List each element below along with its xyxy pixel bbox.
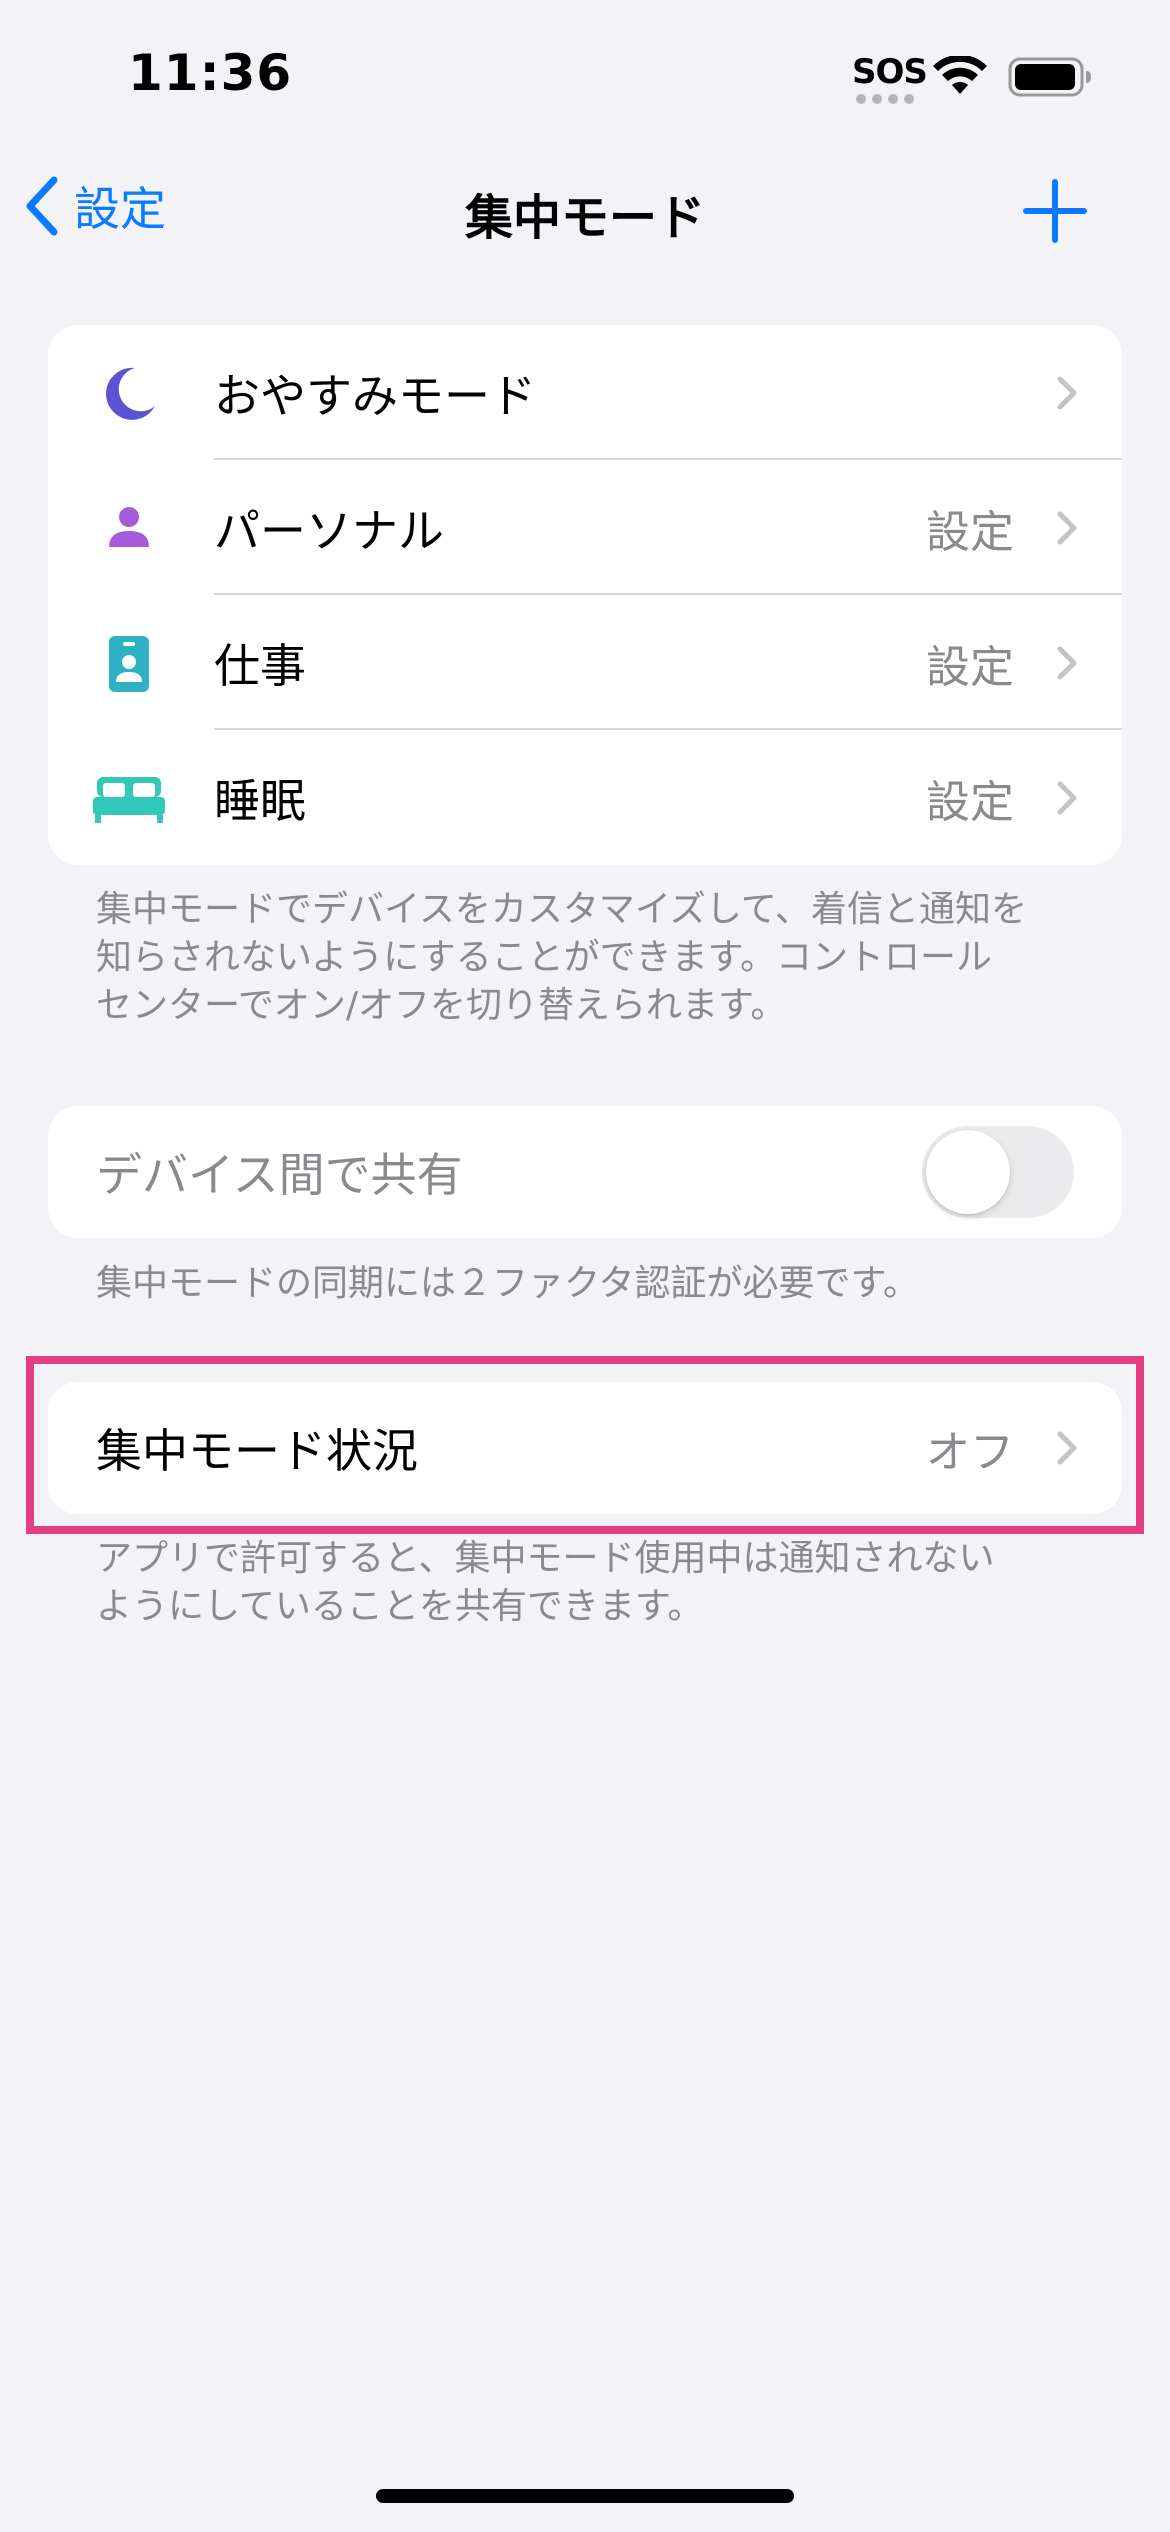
focus-description-line: 集中モードでデバイスをカスタマイズして、着信と通知を	[96, 889, 1027, 930]
chevron-right-icon	[1057, 376, 1077, 409]
status-bar: 11:36 SOS	[0, 0, 1170, 150]
focus-mode-sleep[interactable]: 睡眠 設定	[48, 730, 1122, 865]
focus-status-description-line: ようにしていることを共有できます。	[96, 1586, 704, 1627]
focus-mode-value: 設定	[926, 776, 1014, 828]
focus-description: 集中モードでデバイスをカスタマイズして、着信と通知を 知らされないようにすること…	[96, 886, 1096, 1030]
share-description: 集中モードの同期には２ファクタ認証が必要です。	[96, 1263, 919, 1304]
highlight-box	[26, 1356, 1144, 1534]
share-across-devices-label: デバイス間で共有	[96, 1148, 463, 1202]
person-icon	[94, 494, 164, 564]
moon-icon	[94, 359, 164, 429]
focus-mode-label: おやすみモード	[214, 368, 536, 423]
focus-mode-value: 設定	[926, 506, 1014, 558]
focus-modes-list: おやすみモード パーソナル 設定 仕事 設定 睡眠 設定	[48, 325, 1122, 865]
home-indicator[interactable]	[376, 2489, 794, 2503]
share-across-devices-row: デバイス間で共有	[48, 1106, 1122, 1238]
focus-mode-label: パーソナル	[214, 503, 444, 558]
sos-indicator: SOS	[852, 52, 928, 92]
focus-status-description: アプリで許可すると、集中モード使用中は通知されない ようにしていることを共有でき…	[96, 1535, 1096, 1631]
status-time: 11:36	[128, 44, 293, 102]
bed-icon	[84, 764, 174, 834]
battery-icon	[1008, 57, 1091, 97]
focus-status-description-line: アプリで許可すると、集中モード使用中は通知されない	[96, 1538, 995, 1579]
focus-mode-label: 睡眠	[214, 773, 306, 828]
wifi-icon	[933, 56, 987, 94]
cellular-dots-icon	[856, 94, 914, 104]
id-badge-icon	[94, 629, 164, 699]
add-icon[interactable]	[1020, 176, 1090, 246]
navigation-bar: 設定 集中モード	[0, 150, 1170, 260]
focus-mode-do-not-disturb[interactable]: おやすみモード	[48, 325, 1122, 460]
share-across-devices-toggle[interactable]	[922, 1126, 1074, 1218]
chevron-right-icon	[1057, 781, 1077, 814]
focus-mode-personal[interactable]: パーソナル 設定	[48, 460, 1122, 595]
focus-mode-value: 設定	[926, 641, 1014, 693]
chevron-right-icon	[1057, 511, 1077, 544]
share-across-devices-group: デバイス間で共有	[48, 1106, 1122, 1238]
focus-description-line: センターでオン/オフを切り替えられます。	[96, 985, 787, 1026]
focus-mode-work[interactable]: 仕事 設定	[48, 595, 1122, 730]
chevron-right-icon	[1057, 646, 1077, 679]
focus-description-line: 知らされないようにすることができます。コントロール	[96, 937, 993, 978]
focus-mode-label: 仕事	[214, 638, 306, 693]
toggle-knob	[926, 1130, 1010, 1214]
page-title: 集中モード	[464, 190, 705, 246]
